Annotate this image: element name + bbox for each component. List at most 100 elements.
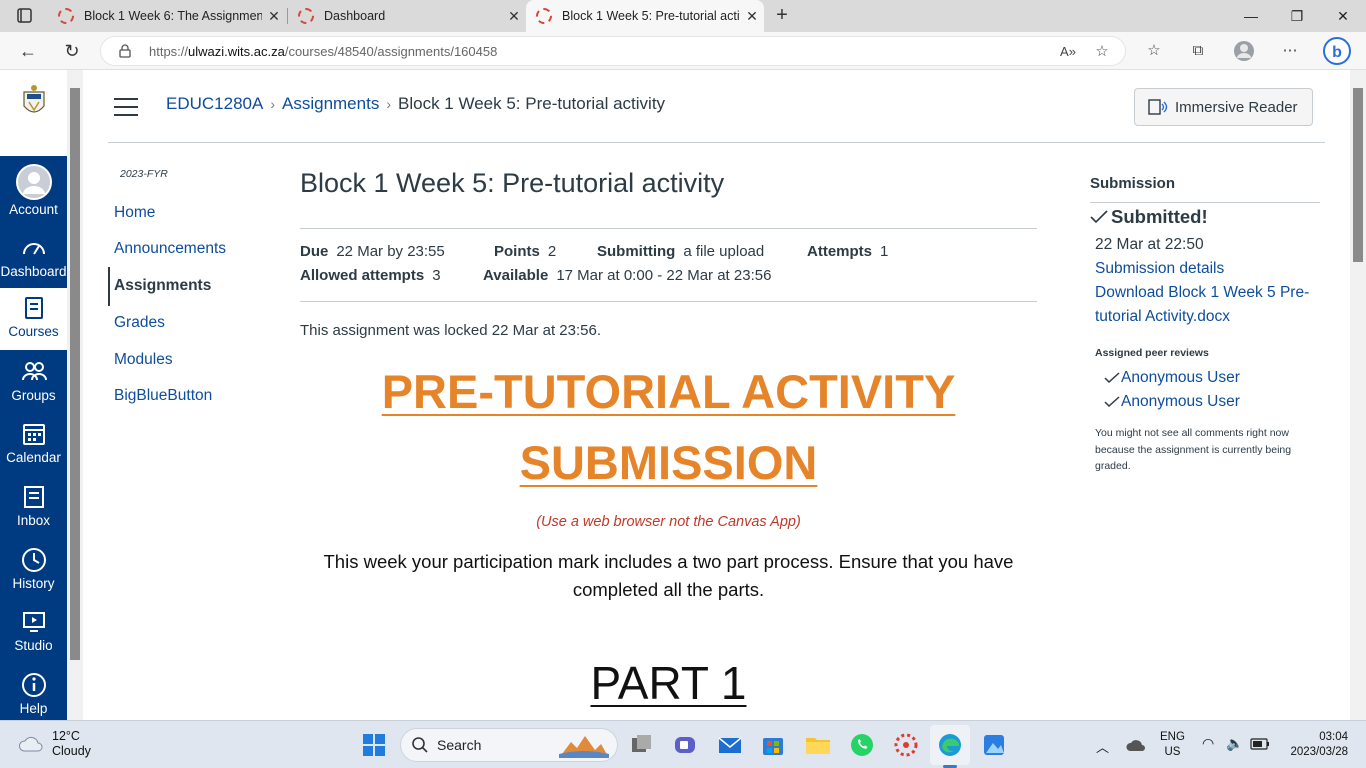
new-tab-button[interactable]: + — [770, 4, 794, 28]
global-nav-inbox[interactable]: Inbox — [0, 477, 67, 539]
course-nav-bigbluebutton[interactable]: BigBlueButton — [114, 387, 212, 405]
course-nav-announcements[interactable]: Announcements — [114, 240, 226, 258]
page-scrollbar-thumb[interactable] — [1353, 88, 1363, 262]
account-avatar-icon — [15, 164, 52, 200]
back-arrow-icon[interactable]: ← — [14, 37, 42, 65]
calendar-icon — [22, 424, 45, 445]
browser-tab-active[interactable]: Block 1 Week 5: Pre-tutorial activ ✕ — [526, 0, 764, 32]
available-detail: Available 17 Mar at 0:00 - 22 Mar at 23:5… — [483, 267, 772, 284]
page-scrollbar[interactable] — [1350, 70, 1366, 720]
minimize-button[interactable]: — — [1228, 0, 1274, 32]
nav-scrollbar[interactable] — [67, 70, 83, 720]
close-window-button[interactable]: ✕ — [1320, 0, 1366, 32]
more-options-icon[interactable]: ⋯ — [1279, 40, 1301, 62]
windows-start-icon[interactable] — [358, 729, 390, 761]
url-field[interactable]: https://ulwazi.wits.ac.za/courses/48540/… — [100, 36, 1126, 66]
restore-button[interactable]: ❐ — [1274, 0, 1320, 32]
global-nav-groups[interactable]: Groups — [0, 352, 67, 414]
bing-chat-icon[interactable]: b — [1322, 36, 1352, 66]
volume-icon[interactable]: 🔈 — [1226, 735, 1243, 752]
breadcrumb-assignments[interactable]: Assignments — [282, 94, 379, 113]
global-nav-calendar[interactable]: Calendar — [0, 414, 67, 476]
peer-review-link[interactable]: Anonymous User — [1104, 393, 1240, 411]
search-icon — [412, 737, 428, 753]
browser-tab[interactable]: Dashboard ✕ — [288, 0, 526, 32]
global-nav-label: Dashboard — [0, 264, 67, 279]
canvas-favicon-icon — [58, 8, 74, 24]
keyboard-layout: US — [1164, 746, 1181, 758]
collections-icon[interactable]: ⧉ — [1187, 40, 1209, 62]
favorites-icon[interactable]: ☆ — [1143, 40, 1165, 62]
download-link-line: Download Block 1 Week 5 Pre- — [1095, 284, 1310, 301]
part-heading: PART 1 — [590, 657, 747, 709]
mail-icon[interactable] — [714, 729, 746, 761]
show-hidden-icons-button[interactable]: ︿ — [1096, 737, 1109, 756]
history-clock-icon — [21, 548, 46, 572]
onedrive-cloud-icon[interactable] — [1126, 738, 1146, 752]
peer-reviews-heading: Assigned peer reviews — [1095, 347, 1209, 359]
teams-chat-icon[interactable] — [669, 729, 701, 761]
check-icon — [1090, 210, 1108, 224]
clock-time: 03:04 — [1319, 731, 1348, 743]
weather-widget[interactable]: 12°C Cloudy — [18, 729, 91, 759]
immersive-reader-button[interactable]: Immersive Reader — [1134, 88, 1313, 126]
taskbar-search[interactable]: Search — [400, 728, 618, 762]
weather-condition: Cloudy — [52, 744, 91, 758]
global-nav-account[interactable]: Account — [0, 160, 67, 222]
course-nav-home[interactable]: Home — [114, 204, 155, 222]
edge-browser-icon[interactable] — [934, 729, 966, 761]
global-navigation: Account Dashboard Courses Groups Calenda… — [0, 70, 67, 720]
course-nav-active-indicator — [108, 267, 110, 306]
browser-tab[interactable]: Block 1 Week 6: The Assignment ✕ — [48, 0, 286, 32]
battery-icon[interactable] — [1250, 738, 1270, 750]
system-clock[interactable]: 03:04 2023/03/28 — [1278, 730, 1348, 760]
global-nav-courses[interactable]: Courses — [0, 288, 67, 350]
wifi-icon[interactable]: ◠ — [1202, 735, 1214, 752]
peer-review-label: Anonymous User — [1121, 369, 1240, 386]
tab-actions-icon[interactable] — [8, 6, 40, 26]
tab-title: Block 1 Week 5: Pre-tutorial activ — [562, 9, 740, 23]
download-link-line: tutorial Activity.docx — [1095, 308, 1230, 325]
profile-avatar-icon[interactable] — [1233, 40, 1255, 62]
close-tab-icon[interactable]: ✕ — [502, 8, 526, 25]
svg-text:b: b — [1332, 44, 1342, 61]
whatsapp-icon[interactable] — [846, 729, 878, 761]
read-aloud-icon[interactable]: A» — [1057, 41, 1079, 63]
course-nav-assignments[interactable]: Assignments — [114, 277, 211, 295]
download-submission-link[interactable]: Download Block 1 Week 5 Pre- tutorial Ac… — [1095, 281, 1309, 329]
global-nav-help[interactable]: Help — [0, 665, 67, 727]
file-explorer-icon[interactable] — [802, 729, 834, 761]
university-logo[interactable] — [0, 70, 67, 156]
course-menu-toggle[interactable] — [114, 98, 138, 116]
allowed-attempts-detail: Allowed attempts 3 — [300, 267, 441, 284]
submission-heading: Submission — [1090, 175, 1176, 192]
global-nav-dashboard[interactable]: Dashboard — [0, 228, 67, 290]
refresh-icon[interactable]: ↻ — [58, 37, 86, 65]
course-nav-modules[interactable]: Modules — [114, 351, 173, 369]
add-favorite-icon[interactable]: ☆ — [1091, 41, 1113, 63]
immersive-reader-icon — [1148, 99, 1168, 115]
language-indicator[interactable]: ENG US — [1160, 730, 1185, 760]
breadcrumb-course[interactable]: EDUC1280A — [166, 94, 263, 113]
courses-book-icon — [24, 297, 43, 319]
photos-app-icon[interactable] — [978, 729, 1010, 761]
global-nav-studio[interactable]: Studio — [0, 602, 67, 664]
nav-scrollbar-thumb[interactable] — [70, 88, 80, 660]
close-tab-icon[interactable]: ✕ — [262, 8, 286, 25]
course-nav-grades[interactable]: Grades — [114, 314, 165, 332]
task-view-icon[interactable] — [626, 729, 658, 761]
canvas-app-icon[interactable] — [890, 729, 922, 761]
clock-date: 2023/03/28 — [1290, 746, 1348, 758]
peer-review-link[interactable]: Anonymous User — [1104, 369, 1240, 387]
submission-details-link[interactable]: Submission details — [1095, 257, 1224, 281]
submission-status-label: Submitted! — [1111, 206, 1208, 227]
global-nav-label: Help — [19, 701, 48, 716]
wits-crest-icon — [22, 85, 45, 113]
close-tab-icon[interactable]: ✕ — [740, 8, 764, 25]
breadcrumb-current: Block 1 Week 5: Pre-tutorial activity — [398, 94, 666, 113]
browser-note: (Use a web browser not the Canvas App) — [536, 514, 801, 530]
global-nav-history[interactable]: History — [0, 540, 67, 602]
assignment-title: Block 1 Week 5: Pre-tutorial activity — [300, 168, 725, 198]
microsoft-store-icon[interactable] — [757, 729, 789, 761]
global-nav-label: Calendar — [6, 450, 61, 465]
